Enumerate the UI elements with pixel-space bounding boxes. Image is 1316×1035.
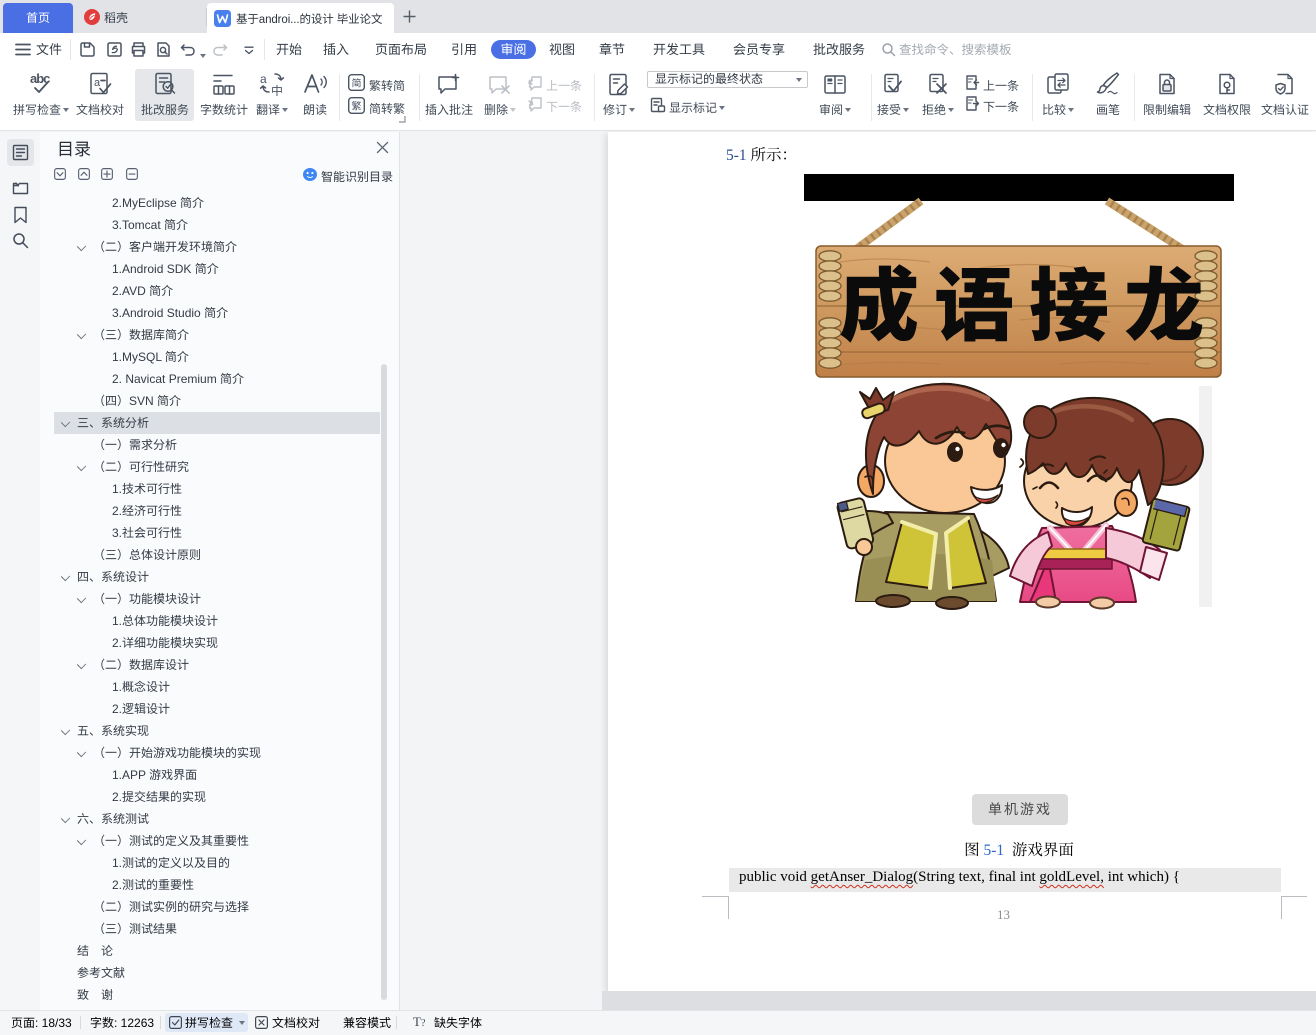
svg-text:中: 中 (271, 82, 283, 98)
svg-text:a: a (94, 77, 101, 89)
svg-text:a: a (260, 72, 267, 86)
svg-text:繁: 繁 (352, 98, 362, 113)
svg-text:简: 简 (352, 75, 362, 90)
svg-text:成语接龙: 成语接龙 (839, 242, 1219, 358)
